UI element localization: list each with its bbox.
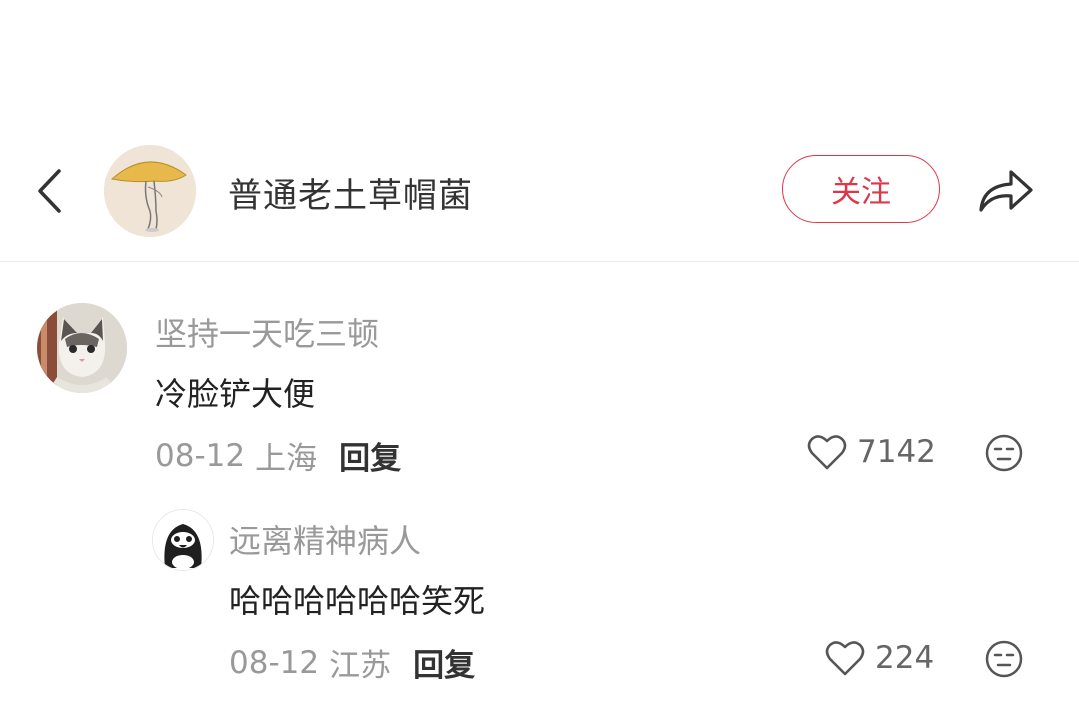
neutral-face-icon <box>985 640 1023 678</box>
reply-emoji-reaction-button[interactable] <box>984 639 1024 679</box>
header-divider <box>0 261 1079 262</box>
comment-date: 08-12 <box>155 437 246 474</box>
back-button[interactable] <box>30 166 70 216</box>
penguin-avatar-icon <box>153 510 213 570</box>
neutral-face-icon <box>985 434 1023 472</box>
heart-icon <box>825 641 865 676</box>
replier-username[interactable]: 远离精神病人 <box>229 516 421 562</box>
comment-location: 上海 <box>255 441 318 477</box>
emoji-reaction-button[interactable] <box>984 433 1024 473</box>
reply-meta: 08-12 江苏 回复 <box>229 640 475 685</box>
commenter-avatar[interactable] <box>37 303 127 393</box>
comment-text: 冷脸铲大便 <box>155 375 316 413</box>
share-button[interactable] <box>975 164 1037 216</box>
mushroom-icon <box>104 145 196 237</box>
author-avatar[interactable] <box>104 145 196 237</box>
comment-page: 普通老土草帽菌 关注 坚持一天吃三顿 冷脸铲大便 08-12 上海 回复 714… <box>0 0 1079 704</box>
reply-text: 哈哈哈哈哈哈笑死 <box>229 582 486 620</box>
like-button[interactable]: 7142 <box>807 433 936 471</box>
heart-icon <box>807 435 847 470</box>
chevron-left-icon <box>38 169 61 213</box>
reply-like-button[interactable]: 224 <box>825 639 934 677</box>
commenter-username[interactable]: 坚持一天吃三顿 <box>155 309 379 355</box>
comment-meta: 08-12 上海 回复 <box>155 433 401 478</box>
author-name[interactable]: 普通老土草帽菌 <box>228 168 473 217</box>
reply-date: 08-12 <box>229 644 320 681</box>
reply-location: 江苏 <box>329 648 392 684</box>
like-count: 7142 <box>857 434 936 470</box>
reply-like-count: 224 <box>875 640 935 676</box>
cat-avatar-icon <box>37 303 127 393</box>
reply-button[interactable]: 回复 <box>339 433 401 478</box>
share-arrow-icon <box>979 170 1033 212</box>
replier-avatar[interactable] <box>152 509 214 571</box>
reply-to-reply-button[interactable]: 回复 <box>413 640 475 685</box>
follow-button[interactable]: 关注 <box>782 155 940 223</box>
post-header: 普通老土草帽菌 关注 <box>0 130 1079 260</box>
